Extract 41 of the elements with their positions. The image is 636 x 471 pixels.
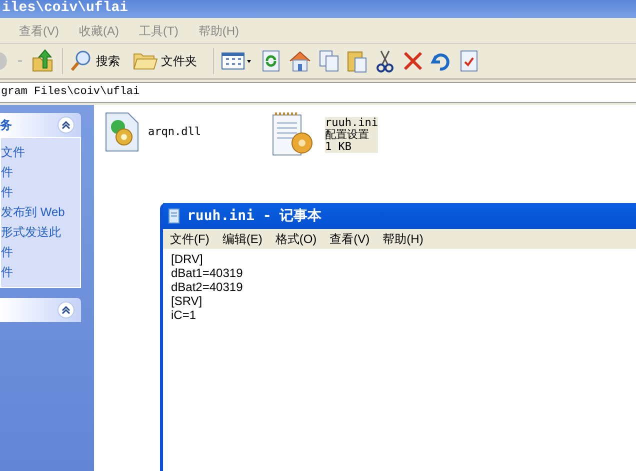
menu-item[interactable]: 编辑(E) (222, 230, 262, 248)
task-link[interactable]: 件 (1, 164, 80, 181)
text-line: [SRV] (171, 294, 204, 308)
task-link[interactable]: 发布到 Web (1, 204, 80, 221)
task-link[interactable]: 件 (1, 184, 80, 201)
notepad-title: ruuh.ini - 记事本 (187, 206, 322, 226)
text-line: dBat2=40319 (171, 280, 244, 294)
panel-title: 务 (0, 117, 12, 134)
collapse-chevron-icon[interactable] (57, 301, 75, 319)
collapse-chevron-icon[interactable] (57, 116, 75, 134)
text-line: dBat1=40319 (171, 266, 244, 280)
properties-icon[interactable] (458, 49, 480, 73)
address-field[interactable]: gram Files\coiv\uflai (0, 82, 636, 103)
paste-icon[interactable] (346, 49, 368, 73)
file-label[interactable]: arqn.dll (148, 126, 201, 138)
task-link[interactable]: 件 (1, 264, 80, 281)
task-link[interactable]: 文件 (1, 144, 80, 161)
delete-icon[interactable] (402, 50, 424, 72)
menu-item[interactable]: 文件(F) (170, 230, 210, 248)
task-link[interactable]: 形式发送此 (1, 224, 80, 241)
views-icon[interactable] (220, 50, 254, 72)
scissors-icon[interactable] (374, 49, 396, 73)
folders-button[interactable]: 文件夹 (132, 50, 197, 72)
window-title: iles\coiv\uflai (1, 0, 128, 18)
menu-item[interactable]: 帮助(H) (382, 230, 424, 248)
gear-document-icon (104, 111, 140, 153)
menu-item[interactable]: 查看(V) (330, 230, 370, 248)
address-text: gram Files\coiv\uflai (0, 85, 140, 100)
notepad-icon (167, 208, 181, 224)
text-line: [DRV] (171, 252, 204, 266)
text-line: iC=1 (171, 308, 198, 322)
search-button[interactable]: 搜索 (69, 49, 120, 73)
task-link[interactable]: 件 (1, 244, 80, 261)
search-icon (69, 49, 93, 73)
file-label[interactable]: ruuh.ini 配置设置 1 KB (324, 117, 378, 153)
refresh-icon[interactable] (260, 49, 282, 73)
notepad-text-area[interactable]: [DRV] dBat1=40319 dBat2=40319 [SRV] iC=1 (163, 249, 636, 471)
menu-item[interactable]: 格式(O) (275, 230, 317, 248)
home-icon[interactable] (288, 49, 312, 73)
panel-header[interactable]: 务 (0, 113, 81, 137)
copy-icon[interactable] (318, 49, 340, 73)
